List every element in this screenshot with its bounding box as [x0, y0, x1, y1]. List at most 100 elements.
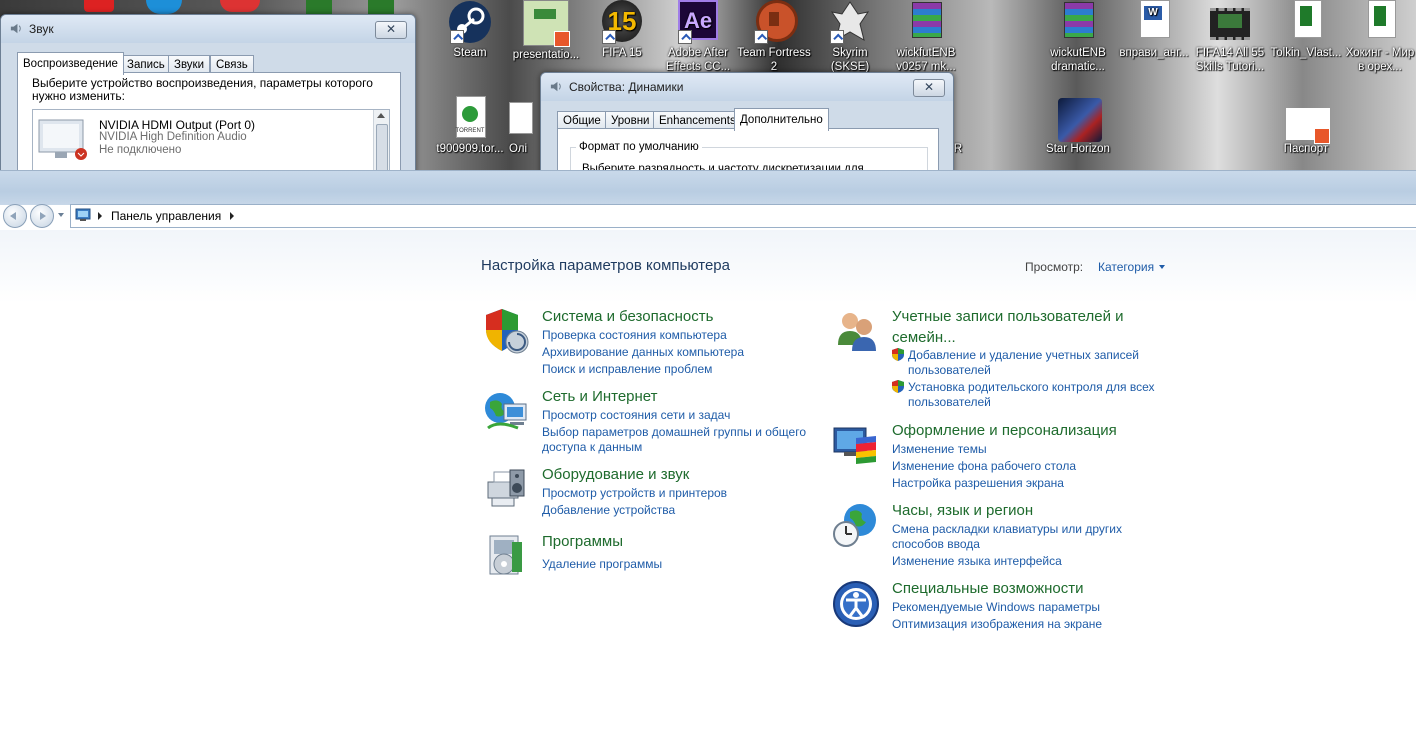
page-title: Настройка параметров компьютера: [481, 257, 730, 274]
winrar-icon: [1056, 0, 1100, 44]
link-screen-resolution[interactable]: Настройка разрешения экрана: [892, 476, 1064, 491]
desktop-icon-torrent[interactable]: TORRENT t900909.tor...: [432, 96, 508, 156]
desktop-icon-after-effects[interactable]: Ae Adobe After Effects CC...: [660, 0, 736, 74]
desktop-icon-tf2[interactable]: Team Fortress 2: [736, 0, 812, 74]
sound-dialog[interactable]: Звук ✕ Воспроизведение Запись Звуки Связ…: [0, 14, 416, 186]
link-homegroup[interactable]: Выбор параметров домашней группы и общег…: [542, 425, 806, 440]
desktop-icon-steam[interactable]: Steam: [432, 0, 508, 60]
link-keyboard-layout-cont[interactable]: способов ввода: [892, 537, 980, 552]
category-network-internet[interactable]: Сеть и Интернет: [542, 387, 658, 407]
scroll-thumb[interactable]: [376, 124, 388, 176]
speaker-properties-dialog[interactable]: Свойства: Динамики ✕ Общие Уровни Enhanc…: [540, 72, 954, 184]
desktop-icon-fifa15[interactable]: 15 FIFA 15: [584, 0, 660, 60]
link-parental-controls-cont[interactable]: пользователей: [908, 395, 991, 410]
desktop-icon-winrar-2[interactable]: wickutENB dramatic...: [1040, 0, 1116, 74]
link-devices-printers[interactable]: Просмотр устройств и принтеров: [542, 486, 727, 501]
desktop-icon-winrar-1[interactable]: wickfutENB v0257 mk...: [888, 0, 964, 74]
view-label: Просмотр:: [1025, 260, 1084, 274]
category-system-security[interactable]: Система и безопасность: [542, 307, 713, 327]
sound-dialog-titlebar[interactable]: Звук ✕: [1, 15, 415, 43]
breadcrumb-separator-icon[interactable]: [98, 212, 102, 220]
category-user-accounts-cont[interactable]: семейн...: [892, 328, 956, 348]
clock-language-region-icon: [833, 504, 876, 547]
link-homegroup-cont[interactable]: доступа к данным: [542, 440, 642, 455]
uac-shield-icon: [892, 348, 904, 361]
document-icon[interactable]: [306, 0, 332, 14]
device-status: Не подключено: [99, 144, 182, 156]
monitor-icon: [38, 119, 87, 160]
recent-pages-dropdown[interactable]: [58, 213, 64, 217]
opera-icon[interactable]: [220, 0, 260, 12]
speaker-icon: [550, 81, 561, 92]
tab-advanced[interactable]: Дополнительно: [734, 108, 829, 131]
desktop-icon-skyrim[interactable]: Skyrim (SKSE): [812, 0, 888, 74]
link-recommended-settings[interactable]: Рекомендуемые Windows параметры: [892, 600, 1100, 615]
category-programs[interactable]: Программы: [542, 532, 623, 552]
user-accounts-icon: [838, 313, 876, 351]
tab-playback[interactable]: Воспроизведение: [17, 52, 124, 75]
document-icon[interactable]: [368, 0, 394, 14]
link-add-remove-accounts[interactable]: Добавление и удаление учетных записей: [908, 348, 1139, 363]
group-title: Формат по умолчанию: [576, 141, 702, 153]
app-icon-partial[interactable]: [84, 0, 114, 12]
device-name: NVIDIA HDMI Output (Port 0): [99, 118, 256, 132]
scroll-up-icon[interactable]: [377, 113, 385, 118]
control-panel-icon: [75, 208, 91, 221]
star-horizon-icon: [1056, 96, 1102, 142]
link-optimize-display[interactable]: Оптимизация изображения на экране: [892, 617, 1102, 632]
control-panel-content: Настройка параметров компьютера Просмотр…: [0, 230, 1416, 754]
back-button[interactable]: [3, 204, 27, 228]
tf2-icon: [752, 0, 798, 44]
winrar-icon: [904, 0, 948, 44]
desktop-icon-star-horizon[interactable]: Star Horizon: [1040, 96, 1116, 156]
desktop-icon-passport[interactable]: Паспорт: [1268, 96, 1344, 156]
skype-icon[interactable]: [146, 0, 182, 14]
category-hardware-sound[interactable]: Оборудование и звук: [542, 465, 689, 485]
link-change-theme[interactable]: Изменение темы: [892, 442, 987, 457]
sound-dialog-title: Звук: [29, 22, 54, 36]
link-check-status[interactable]: Проверка состояния компьютера: [542, 328, 727, 343]
uac-shield-icon: [892, 380, 904, 393]
close-button[interactable]: ✕: [913, 79, 945, 97]
link-network-status[interactable]: Просмотр состояния сети и задач: [542, 408, 730, 423]
link-backup[interactable]: Архивирование данных компьютера: [542, 345, 744, 360]
view-dropdown[interactable]: Категория: [1098, 260, 1154, 274]
link-uninstall-program[interactable]: Удаление программы: [542, 557, 662, 572]
category-user-accounts[interactable]: Учетные записи пользователей и: [892, 307, 1124, 327]
hardware-sound-icon: [487, 469, 525, 507]
breadcrumb-chevron-icon[interactable]: [230, 212, 234, 220]
system-security-icon: [486, 309, 529, 354]
link-troubleshoot[interactable]: Поиск и исправление проблем: [542, 362, 712, 377]
desktop-icon-word-doc[interactable]: W вправи_анг...: [1116, 0, 1192, 60]
link-add-device[interactable]: Добавление устройства: [542, 503, 675, 518]
window-frame-top: [0, 170, 1416, 205]
link-change-background[interactable]: Изменение фона рабочего стола: [892, 459, 1076, 474]
address-bar[interactable]: Панель управления: [70, 204, 1416, 228]
back-arrow-icon: [10, 212, 16, 220]
link-keyboard-layout[interactable]: Смена раскладки клавиатуры или других: [892, 522, 1122, 537]
link-parental-controls[interactable]: Установка родительского контроля для все…: [908, 380, 1155, 395]
close-button[interactable]: ✕: [375, 21, 407, 39]
desktop-icon-video[interactable]: FIFA14 All 55 Skills Tutori...: [1192, 0, 1268, 74]
ebook-file-icon: [1284, 0, 1328, 44]
forward-arrow-icon: [40, 212, 46, 220]
desktop-icon-presentation[interactable]: presentatio...: [508, 0, 584, 62]
document-icon: [505, 96, 533, 140]
category-ease-of-access[interactable]: Специальные возможности: [892, 579, 1084, 599]
breadcrumb[interactable]: Панель управления: [111, 209, 221, 223]
word-document-icon: W: [1132, 0, 1176, 44]
view-dropdown-arrow-icon[interactable]: [1159, 265, 1165, 269]
properties-title: Свойства: Динамики: [569, 80, 684, 94]
forward-button[interactable]: [30, 204, 54, 228]
link-add-remove-accounts-cont[interactable]: пользователей: [908, 363, 991, 378]
desktop-icon-hawking[interactable]: Хокинг - Мир в орех...: [1344, 0, 1416, 74]
desktop-icon-partial[interactable]: Олі: [498, 96, 538, 156]
appearance-icon: [833, 427, 876, 464]
presentation-file-icon: [523, 0, 570, 47]
torrent-file-icon: TORRENT: [448, 96, 492, 140]
desktop-icon-tolkin[interactable]: Tolkin_Vlast...: [1268, 0, 1344, 60]
category-clock-language[interactable]: Часы, язык и регион: [892, 501, 1033, 521]
link-display-language[interactable]: Изменение языка интерфейса: [892, 554, 1062, 569]
category-appearance[interactable]: Оформление и персонализация: [892, 421, 1117, 441]
properties-titlebar[interactable]: Свойства: Динамики ✕: [541, 73, 953, 101]
